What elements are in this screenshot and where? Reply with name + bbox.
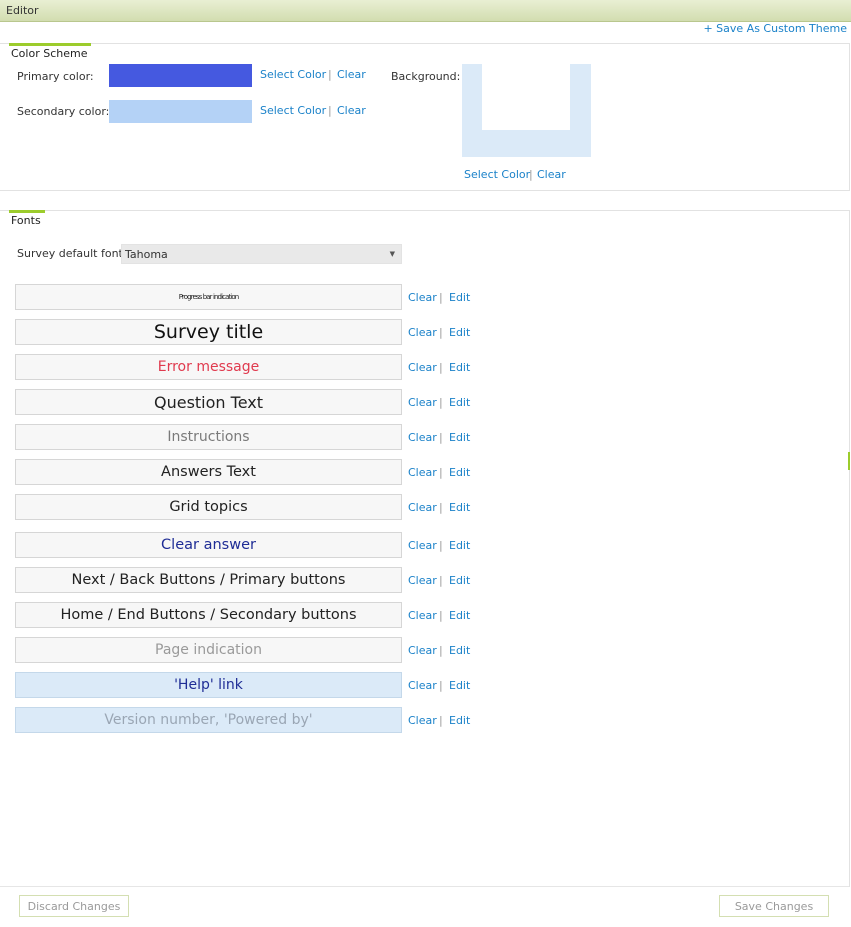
font-clear-link[interactable]: Clear bbox=[408, 431, 437, 444]
default-font-value: Tahoma bbox=[125, 248, 168, 261]
primary-clear-link[interactable]: Clear bbox=[337, 68, 366, 81]
font-clear-link[interactable]: Clear bbox=[408, 501, 437, 514]
font-sample-box[interactable]: Question Text bbox=[15, 389, 402, 415]
font-edit-link[interactable]: Edit bbox=[449, 326, 470, 339]
font-edit-link[interactable]: Edit bbox=[449, 539, 470, 552]
font-sample-box[interactable]: Instructions bbox=[15, 424, 402, 450]
font-edit-link[interactable]: Edit bbox=[449, 679, 470, 692]
save-changes-button[interactable]: Save Changes bbox=[719, 895, 829, 917]
separator: | bbox=[439, 644, 443, 657]
font-sample-box[interactable]: Grid topics bbox=[15, 494, 402, 520]
font-clear-link[interactable]: Clear bbox=[408, 396, 437, 409]
font-sample-box[interactable]: Answers Text bbox=[15, 459, 402, 485]
font-edit-link[interactable]: Edit bbox=[449, 501, 470, 514]
separator: | bbox=[439, 714, 443, 727]
default-font-label: Survey default font bbox=[17, 247, 123, 260]
secondary-select-color-link[interactable]: Select Color bbox=[260, 104, 326, 117]
default-font-select[interactable]: Tahoma ▼ bbox=[121, 244, 402, 264]
font-clear-link[interactable]: Clear bbox=[408, 679, 437, 692]
font-sample-box[interactable]: 'Help' link bbox=[15, 672, 402, 698]
font-edit-link[interactable]: Edit bbox=[449, 291, 470, 304]
scrollbar-indicator[interactable] bbox=[848, 452, 850, 470]
font-sample-box[interactable]: Error message bbox=[15, 354, 402, 380]
background-preview[interactable] bbox=[462, 64, 591, 157]
separator: | bbox=[439, 291, 443, 304]
font-edit-link[interactable]: Edit bbox=[449, 466, 470, 479]
window-title: Editor bbox=[6, 4, 39, 17]
separator: | bbox=[439, 574, 443, 587]
editor-title-bar: Editor bbox=[0, 0, 851, 22]
secondary-color-label: Secondary color: bbox=[17, 105, 110, 118]
font-sample-box[interactable]: Home / End Buttons / Secondary buttons bbox=[15, 602, 402, 628]
font-clear-link[interactable]: Clear bbox=[408, 714, 437, 727]
secondary-clear-link[interactable]: Clear bbox=[337, 104, 366, 117]
font-edit-link[interactable]: Edit bbox=[449, 714, 470, 727]
background-preview-content bbox=[482, 64, 570, 130]
background-select-color-link[interactable]: Select Color bbox=[464, 168, 530, 181]
background-label: Background: bbox=[391, 70, 461, 83]
primary-color-label: Primary color: bbox=[17, 70, 94, 83]
primary-color-swatch[interactable] bbox=[109, 64, 252, 87]
font-clear-link[interactable]: Clear bbox=[408, 539, 437, 552]
separator: | bbox=[439, 609, 443, 622]
font-edit-link[interactable]: Edit bbox=[449, 609, 470, 622]
separator: | bbox=[439, 431, 443, 444]
primary-select-color-link[interactable]: Select Color bbox=[260, 68, 326, 81]
font-clear-link[interactable]: Clear bbox=[408, 361, 437, 374]
font-sample-box[interactable]: Survey title bbox=[15, 319, 402, 345]
separator: | bbox=[439, 361, 443, 374]
dropdown-arrow-icon: ▼ bbox=[389, 250, 395, 258]
separator: | bbox=[439, 539, 443, 552]
separator: | bbox=[328, 68, 332, 81]
font-sample-box[interactable]: Version number, 'Powered by' bbox=[15, 707, 402, 733]
discard-changes-button[interactable]: Discard Changes bbox=[19, 895, 129, 917]
separator: | bbox=[439, 501, 443, 514]
font-edit-link[interactable]: Edit bbox=[449, 361, 470, 374]
font-sample-box[interactable]: Page indication bbox=[15, 637, 402, 663]
background-clear-link[interactable]: Clear bbox=[537, 168, 566, 181]
font-sample-box[interactable]: Progress bar indication bbox=[15, 284, 402, 310]
font-clear-link[interactable]: Clear bbox=[408, 609, 437, 622]
font-edit-link[interactable]: Edit bbox=[449, 396, 470, 409]
fonts-tab[interactable]: Fonts bbox=[9, 210, 45, 229]
font-clear-link[interactable]: Clear bbox=[408, 291, 437, 304]
secondary-color-swatch[interactable] bbox=[109, 100, 252, 123]
font-clear-link[interactable]: Clear bbox=[408, 326, 437, 339]
color-scheme-tab[interactable]: Color Scheme bbox=[9, 43, 92, 62]
separator: | bbox=[439, 396, 443, 409]
font-clear-link[interactable]: Clear bbox=[408, 644, 437, 657]
font-sample-box[interactable]: Clear answer bbox=[15, 532, 402, 558]
font-edit-link[interactable]: Edit bbox=[449, 644, 470, 657]
separator: | bbox=[529, 168, 533, 181]
separator: | bbox=[328, 104, 332, 117]
font-clear-link[interactable]: Clear bbox=[408, 466, 437, 479]
font-sample-box[interactable]: Next / Back Buttons / Primary buttons bbox=[15, 567, 402, 593]
font-clear-link[interactable]: Clear bbox=[408, 574, 437, 587]
font-edit-link[interactable]: Edit bbox=[449, 431, 470, 444]
save-as-custom-theme-link[interactable]: + Save As Custom Theme bbox=[703, 22, 847, 35]
separator: | bbox=[439, 679, 443, 692]
separator: | bbox=[439, 466, 443, 479]
separator: | bbox=[439, 326, 443, 339]
font-edit-link[interactable]: Edit bbox=[449, 574, 470, 587]
